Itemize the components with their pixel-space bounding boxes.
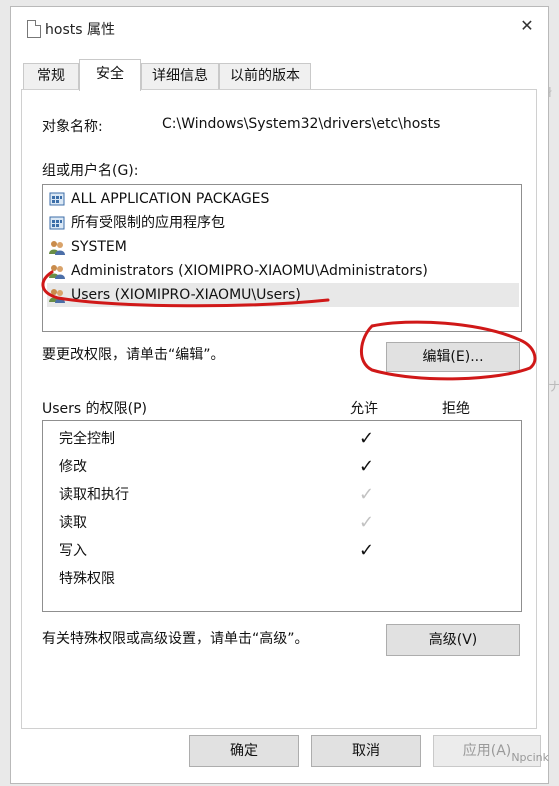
allow-header: 允许 <box>350 401 378 417</box>
group-name: Users (XIOMIPRO-XIAOMU\Users) <box>71 287 301 303</box>
group-name: Administrators (XIOMIPRO-XIAOMU\Administ… <box>71 263 428 279</box>
group-name: SYSTEM <box>71 239 127 255</box>
users-group-icon <box>49 265 65 279</box>
cancel-button[interactable]: 取消 <box>311 735 421 767</box>
advanced-hint: 有关特殊权限或高级设置，请单击“高级”。 <box>42 631 309 647</box>
file-icon <box>27 20 41 38</box>
allow-check-icon: ✓ <box>359 428 375 449</box>
inherited-check-icon: ✓ <box>359 484 375 505</box>
groups-label: 组或用户名(G): <box>42 163 139 179</box>
watermark: Npcink <box>511 751 549 764</box>
package-group-icon <box>49 192 65 206</box>
edit-hint: 要更改权限，请单击“编辑”。 <box>42 347 225 363</box>
title-bar: hosts 属性 ✕ <box>11 7 548 45</box>
object-name-label: 对象名称: <box>42 119 103 135</box>
window-title: hosts 属性 <box>45 22 115 38</box>
allow-check-icon: ✓ <box>359 540 375 561</box>
tab-security[interactable]: 安全 <box>79 59 141 91</box>
group-item-users[interactable]: Users (XIOMIPRO-XIAOMU\Users) <box>47 283 519 307</box>
allow-check-icon: ✓ <box>359 456 375 477</box>
users-group-icon <box>49 241 65 255</box>
package-group-icon <box>49 216 65 230</box>
background-text: ナ <box>548 380 559 395</box>
permission-row: 修改 <box>59 459 87 475</box>
security-tab-pane: 对象名称: C:\Windows\System32\drivers\etc\ho… <box>21 89 537 729</box>
permission-row: 读取 <box>59 515 87 531</box>
deny-header: 拒绝 <box>442 401 470 417</box>
edit-button[interactable]: 编辑(E)... <box>386 342 520 372</box>
properties-dialog: hosts 属性 ✕ 常规 安全 详细信息 以前的版本 对象名称: C:\Win… <box>10 6 549 784</box>
permission-row: 读取和执行 <box>59 487 129 503</box>
object-name-value: C:\Windows\System32\drivers\etc\hosts <box>162 116 441 132</box>
permission-row: 特殊权限 <box>59 571 115 587</box>
permissions-list[interactable]: 完全控制 ✓ 修改 ✓ 读取和执行 ✓ 读取 ✓ 写入 ✓ 特殊权限 <box>42 420 522 612</box>
advanced-button[interactable]: 高级(V) <box>386 624 520 656</box>
tab-general[interactable]: 常规 <box>23 63 79 89</box>
users-group-icon <box>49 289 65 303</box>
group-name: 所有受限制的应用程序包 <box>71 215 225 231</box>
groups-listbox[interactable]: ALL APPLICATION PACKAGES 所有受限制的应用程序包 SYS… <box>42 184 522 332</box>
inherited-check-icon: ✓ <box>359 512 375 533</box>
ok-button[interactable]: 确定 <box>189 735 299 767</box>
tab-previous-versions[interactable]: 以前的版本 <box>219 63 311 89</box>
close-icon[interactable]: ✕ <box>514 15 540 37</box>
permission-row: 写入 <box>59 543 87 559</box>
permission-row: 完全控制 <box>59 431 115 447</box>
permissions-label: Users 的权限(P) <box>42 401 148 417</box>
tab-details[interactable]: 详细信息 <box>141 63 219 89</box>
group-name: ALL APPLICATION PACKAGES <box>71 191 270 207</box>
